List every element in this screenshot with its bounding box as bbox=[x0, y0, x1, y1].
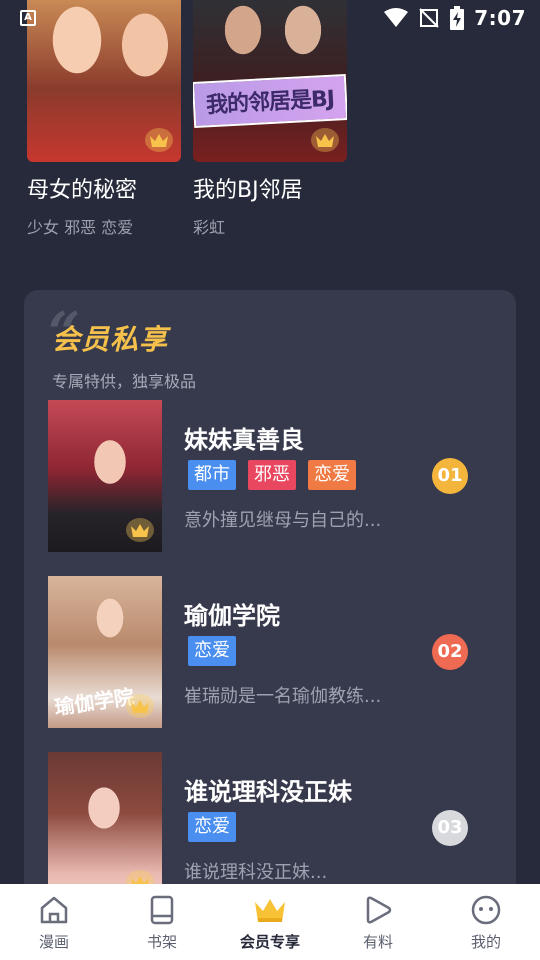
comic-tags: 少女 邪恶 恋爱 bbox=[27, 218, 134, 237]
no-signal-icon bbox=[419, 8, 439, 28]
vip-crown-badge bbox=[126, 518, 154, 542]
bottom-nav: 漫画 书架 会员专享 有料 我的 bbox=[0, 884, 540, 960]
section-title: 会员私享 bbox=[52, 323, 169, 356]
nav-item-vip[interactable]: 会员专享 bbox=[216, 893, 324, 952]
comic-title[interactable]: 妹妹真善良 bbox=[184, 420, 304, 455]
profile-icon[interactable] bbox=[469, 893, 503, 927]
notification-icon: A bbox=[20, 10, 36, 26]
tag-list: 恋爱 bbox=[188, 812, 236, 842]
ranked-comic-item[interactable]: 妹妹真善良 都市 邪恶 恋爱 意外撞见继母与自己的... 01 bbox=[48, 400, 492, 552]
nav-item-feed[interactable]: 有料 bbox=[324, 893, 432, 952]
rank-badge: 03 bbox=[432, 810, 468, 846]
comic-description: 崔瑞勋是一名瑜伽教练... bbox=[184, 686, 382, 707]
ranked-comic-item[interactable]: 瑜伽学院 瑜伽学院 恋爱 崔瑞勋是一名瑜伽教练... 02 bbox=[48, 576, 492, 728]
genre-tag: 邪恶 bbox=[248, 460, 296, 490]
rank-badge: 01 bbox=[432, 458, 468, 494]
nav-label[interactable]: 会员专享 bbox=[240, 931, 300, 952]
wifi-icon bbox=[384, 8, 409, 27]
crown-icon bbox=[316, 134, 334, 147]
ranked-comic-item[interactable]: 谁说理科没正妹 恋爱 谁说理科没正妹... 03 bbox=[48, 752, 492, 904]
rank-badge: 02 bbox=[432, 634, 468, 670]
status-bar: A 7:07 bbox=[0, 0, 540, 36]
comic-tags: 彩虹 bbox=[193, 218, 226, 237]
crown-icon bbox=[131, 700, 149, 713]
crown-icon bbox=[150, 134, 168, 147]
vip-crown-badge bbox=[145, 128, 173, 152]
genre-tag: 恋爱 bbox=[188, 636, 236, 666]
play-icon[interactable] bbox=[361, 893, 395, 927]
bookshelf-icon[interactable] bbox=[145, 893, 179, 927]
comic-cover[interactable] bbox=[48, 400, 162, 552]
genre-tag: 恋爱 bbox=[188, 812, 236, 842]
crown-icon[interactable] bbox=[253, 893, 287, 927]
vip-section: “ 会员私享 专属特供，独享极品 妹妹真善良 都市 邪恶 恋爱 意外撞见继母与自… bbox=[24, 290, 516, 930]
vip-crown-badge bbox=[311, 128, 339, 152]
genre-tag: 恋爱 bbox=[308, 460, 356, 490]
tag-list: 恋爱 bbox=[188, 636, 236, 666]
comic-title[interactable]: 母女的秘密 bbox=[27, 172, 181, 204]
comic-title[interactable]: 谁说理科没正妹 bbox=[184, 772, 352, 807]
cover-text: 瑜伽学院 bbox=[52, 684, 136, 720]
nav-label[interactable]: 有料 bbox=[363, 931, 393, 952]
status-right: 7:07 bbox=[384, 6, 526, 30]
comic-description: 谁说理科没正妹... bbox=[184, 862, 328, 883]
comic-cover[interactable]: 瑜伽学院 bbox=[48, 576, 162, 728]
comic-description: 意外撞见继母与自己的... bbox=[184, 510, 382, 531]
nav-item-bookshelf[interactable]: 书架 bbox=[108, 893, 216, 952]
comic-title[interactable]: 瑜伽学院 bbox=[184, 596, 280, 631]
comic-title[interactable]: 我的BJ邻居 bbox=[193, 172, 347, 204]
home-icon[interactable] bbox=[37, 893, 71, 927]
nav-item-comics[interactable]: 漫画 bbox=[0, 893, 108, 952]
comic-cover[interactable] bbox=[48, 752, 162, 904]
genre-tag: 都市 bbox=[188, 460, 236, 490]
nav-item-profile[interactable]: 我的 bbox=[432, 893, 540, 952]
tag-list: 都市 邪恶 恋爱 bbox=[188, 460, 356, 490]
nav-label[interactable]: 漫画 bbox=[39, 931, 69, 952]
section-subtitle: 专属特供，独享极品 bbox=[52, 372, 197, 391]
battery-charging-icon bbox=[450, 6, 465, 30]
nav-label[interactable]: 我的 bbox=[471, 931, 501, 952]
cover-banner: 我的邻居是BJ bbox=[193, 74, 347, 128]
clock: 7:07 bbox=[474, 6, 526, 30]
crown-icon bbox=[131, 524, 149, 537]
vip-crown-badge bbox=[126, 694, 154, 718]
nav-label[interactable]: 书架 bbox=[147, 931, 177, 952]
